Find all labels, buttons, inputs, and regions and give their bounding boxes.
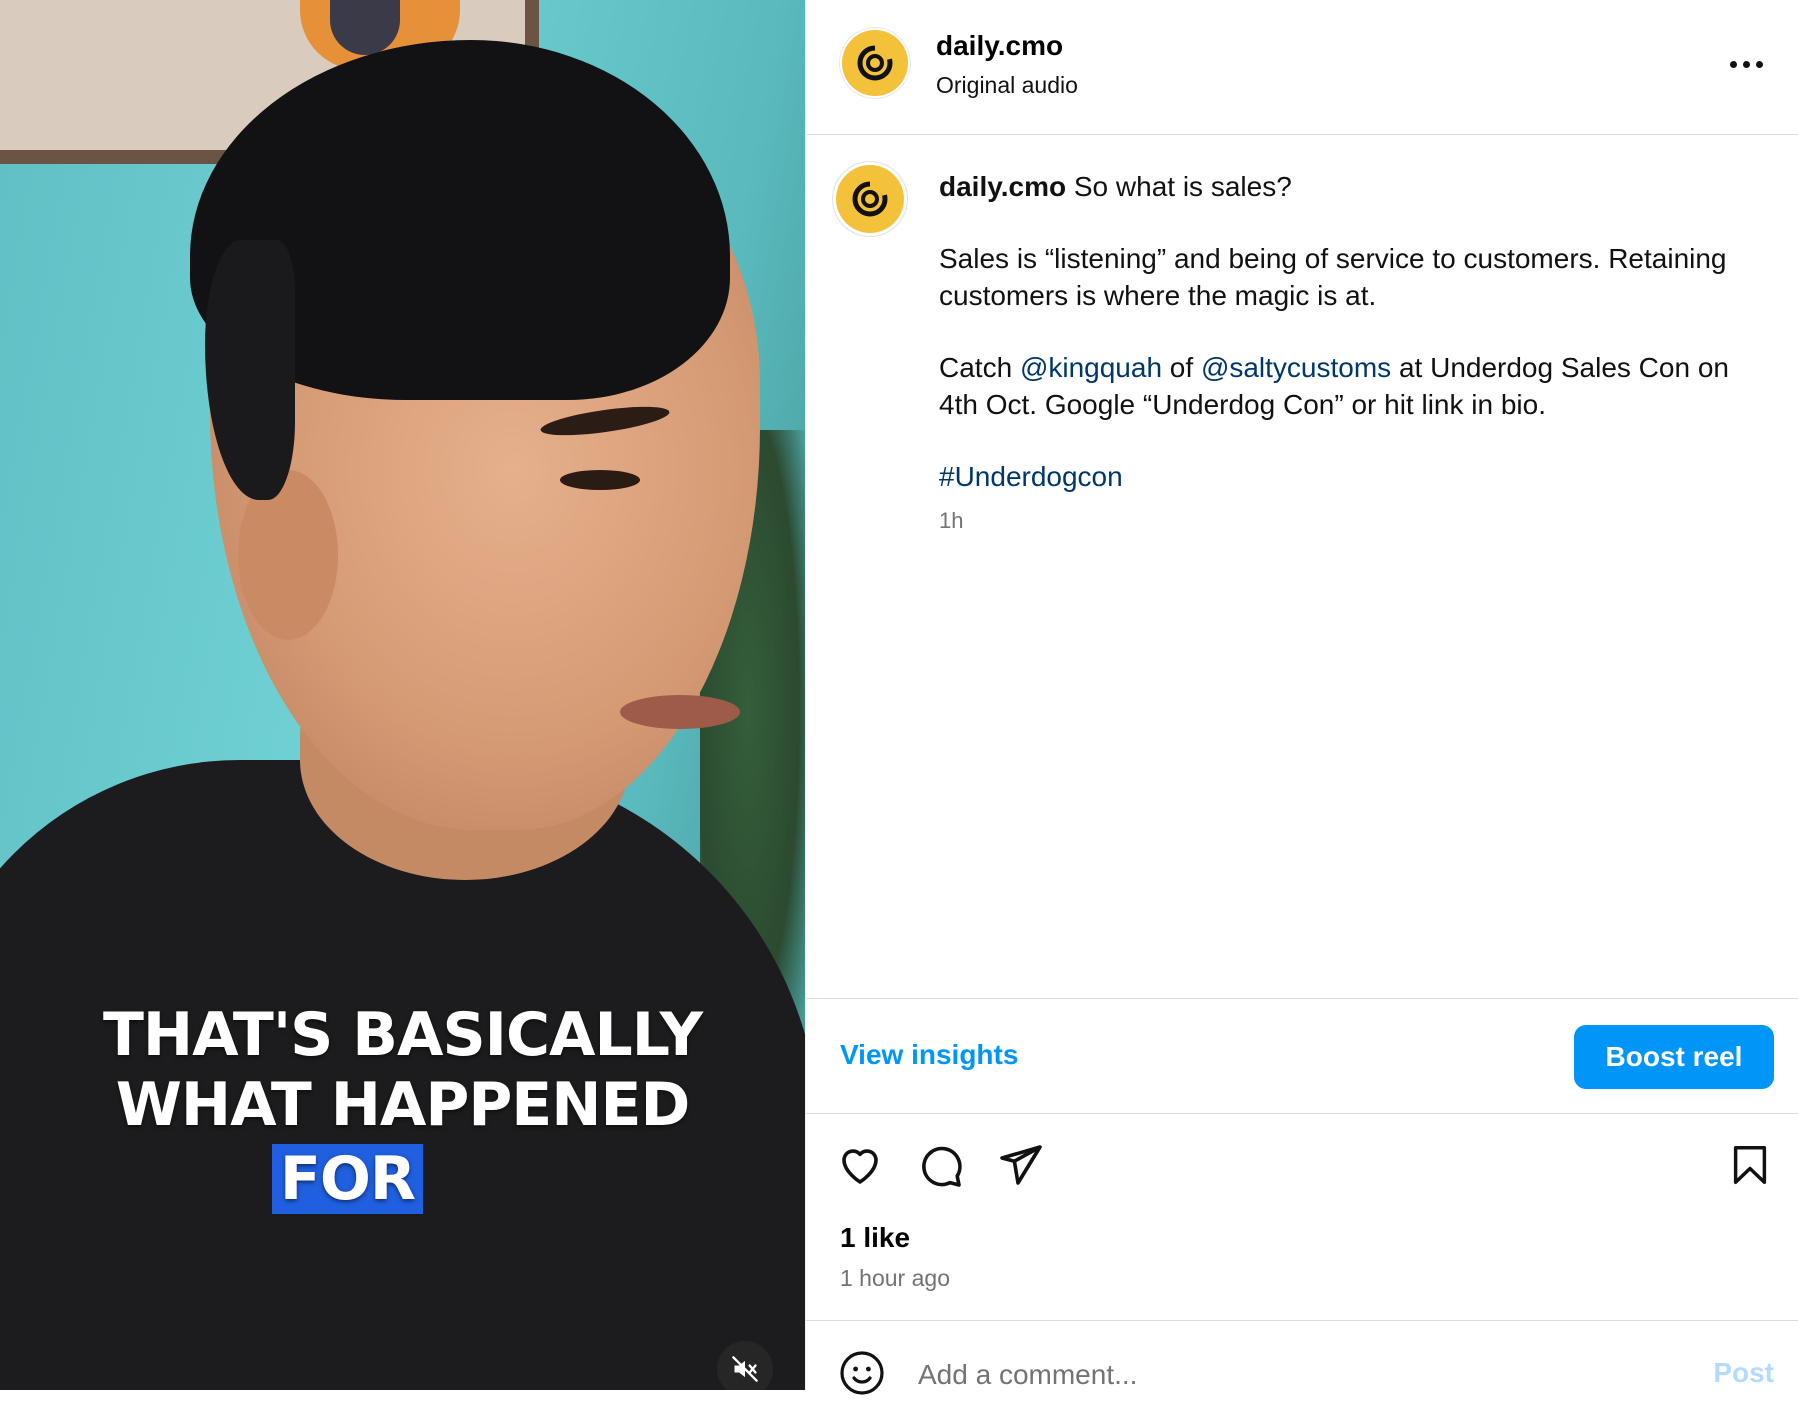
emoji-button[interactable]	[838, 1349, 890, 1401]
caption-paragraph-1: Sales is “listening” and being of servic…	[939, 243, 1727, 311]
subtitle-line-1: THAT'S BASICALLY	[102, 1000, 703, 1070]
share-button[interactable]	[994, 1139, 1046, 1191]
more-horizontal-icon	[1729, 60, 1737, 68]
caption-first-line: So what is sales?	[1073, 171, 1292, 202]
caption-text: Catch	[939, 352, 1020, 383]
view-insights-link[interactable]: View insights	[840, 1039, 1018, 1071]
caption-text: of	[1162, 352, 1201, 383]
share-icon	[1000, 1145, 1042, 1185]
caption-avatar[interactable]	[836, 165, 904, 233]
brand-logo-icon	[857, 45, 893, 81]
subtitle-highlight-word: FOR	[271, 1144, 424, 1214]
profile-avatar[interactable]	[842, 30, 908, 96]
comment-bar: Post	[806, 1320, 1798, 1397]
reel-video[interactable]: THAT'S BASICALLY WHAT HAPPENED FOR	[0, 0, 805, 1390]
header-username[interactable]: daily.cmo	[936, 30, 1063, 62]
insights-bar: View insights Boost reel	[806, 998, 1798, 1114]
more-options-button[interactable]	[1723, 44, 1769, 84]
mute-button[interactable]	[717, 1341, 773, 1390]
comment-icon	[922, 1146, 962, 1187]
caption-username[interactable]: daily.cmo	[939, 171, 1066, 202]
comment-button[interactable]	[914, 1139, 966, 1191]
save-button[interactable]	[1724, 1139, 1776, 1191]
mention-link-saltycustoms[interactable]: @saltycustoms	[1201, 352, 1391, 383]
comment-input[interactable]	[918, 1353, 1618, 1397]
post-header: daily.cmo Original audio	[806, 0, 1798, 135]
video-subtitle: THAT'S BASICALLY WHAT HAPPENED FOR	[0, 1000, 805, 1214]
speaker-muted-icon	[732, 1356, 758, 1382]
bookmark-icon	[1733, 1146, 1767, 1184]
speaker-mouth	[620, 695, 740, 729]
brand-logo-icon	[852, 181, 888, 217]
boost-reel-button[interactable]: Boost reel	[1574, 1025, 1774, 1089]
mention-link-kingquah[interactable]: @kingquah	[1020, 352, 1162, 383]
caption-paragraph-2: Catch @kingquah of @saltycustoms at Unde…	[939, 349, 1759, 423]
action-row	[806, 1135, 1798, 1195]
hashtag-link[interactable]: #Underdogcon	[939, 461, 1123, 492]
like-count[interactable]: 1 like	[840, 1222, 910, 1254]
post-caption: daily.cmo So what is sales? Sales is “li…	[939, 168, 1759, 530]
speaker-eye	[560, 470, 640, 490]
post-panel: daily.cmo Original audio daily.cmo So wh…	[805, 0, 1798, 1397]
audio-label[interactable]: Original audio	[936, 72, 1078, 99]
like-button[interactable]	[834, 1139, 886, 1191]
subtitle-line-2: WHAT HAPPENED	[115, 1070, 691, 1140]
heart-icon	[842, 1149, 878, 1184]
post-comment-button[interactable]: Post	[1713, 1357, 1774, 1389]
caption-timestamp: 1h	[939, 508, 964, 533]
post-timestamp: 1 hour ago	[840, 1265, 950, 1291]
